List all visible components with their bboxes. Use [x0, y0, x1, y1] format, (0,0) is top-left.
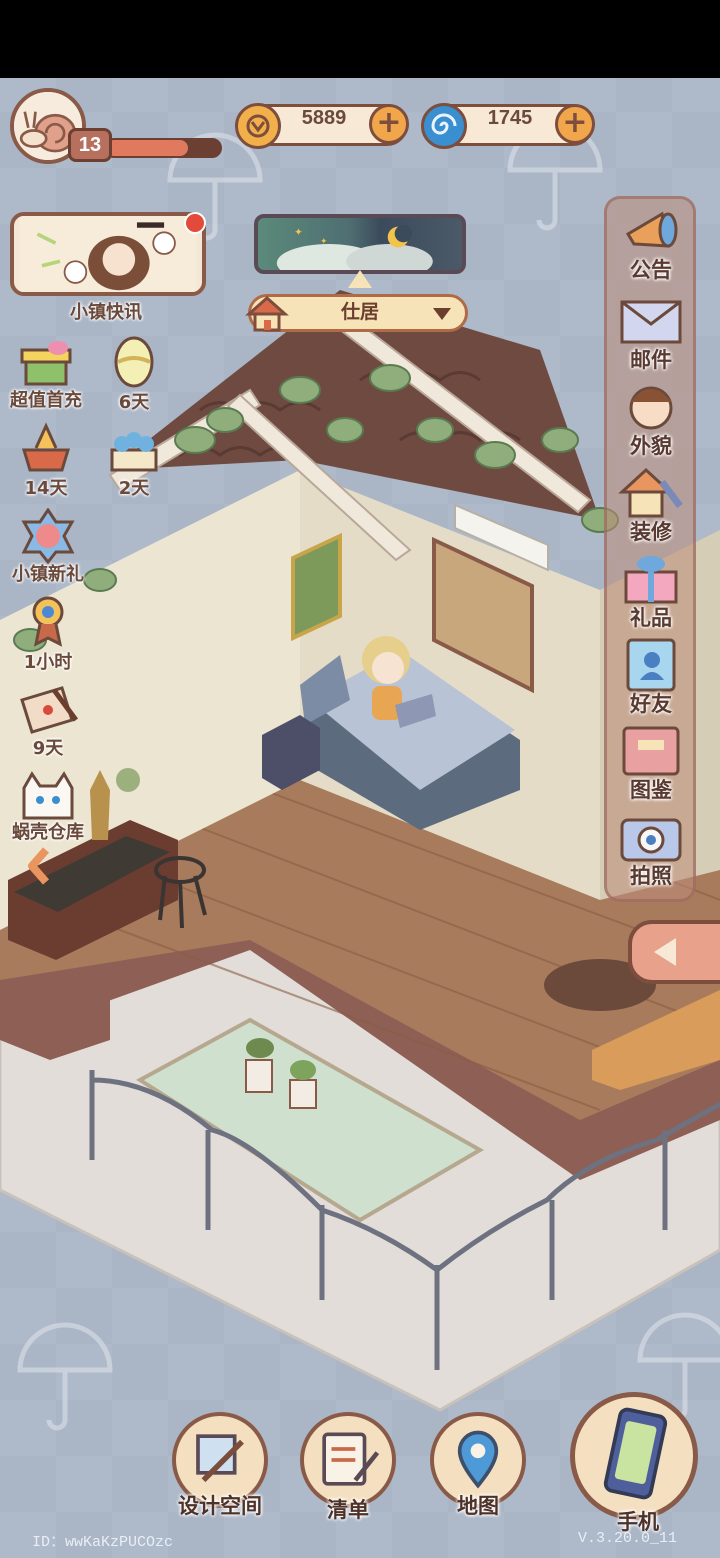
player-id: ID：wwKaKzPUCOzc — [32, 1534, 174, 1551]
location-name: 仕居 — [340, 301, 379, 323]
pointer-triangle — [348, 270, 372, 288]
news-label: 小镇快讯 — [70, 302, 142, 323]
coin-amount: 5889 — [301, 107, 347, 129]
right-menu-label: 外貌 — [630, 434, 672, 458]
house-wrench-icon — [618, 467, 683, 518]
face-icon — [629, 386, 673, 430]
gifts-button[interactable]: 礼品 — [612, 548, 690, 632]
envelope-icon[interactable] — [18, 680, 79, 736]
photo-button[interactable]: 拍照 — [612, 806, 690, 890]
add-shells-button[interactable]: + — [555, 104, 595, 144]
version-label: V.3.20.0_11 — [578, 1530, 678, 1547]
svg-text:✦: ✦ — [294, 226, 303, 238]
xp-fill — [106, 140, 189, 156]
present-icon — [624, 556, 678, 604]
moon-icon: ✦ ✦ — [276, 224, 433, 270]
right-menu-label: 拍照 — [630, 864, 672, 888]
add-coins-button[interactable]: + — [369, 104, 409, 144]
cat-warehouse-icon[interactable] — [18, 768, 78, 824]
collapse-left-menu-button[interactable] — [24, 846, 54, 886]
nav-label: 设计空间 — [178, 1494, 262, 1518]
rose-badge-icon[interactable] — [18, 507, 78, 565]
left-menu-label: 1小时 — [23, 652, 73, 673]
spiral-icon — [421, 103, 467, 149]
gift-box-icon[interactable] — [16, 334, 76, 390]
flower-basket-icon[interactable] — [104, 420, 164, 476]
decorate-button[interactable]: 装修 — [612, 462, 690, 546]
left-menu-label: 小镇新礼 — [12, 564, 84, 585]
collection-button[interactable]: 图鉴 — [612, 720, 690, 804]
nav-label: 清单 — [327, 1498, 369, 1522]
chevron-left-icon — [28, 847, 50, 885]
shell-amount: 1745 — [487, 107, 533, 129]
collapse-right-menu-button[interactable] — [628, 920, 720, 984]
phone-icon — [603, 1407, 668, 1500]
xp-bar — [104, 138, 222, 158]
left-menu-label: 2天 — [118, 478, 150, 499]
left-menu-label: 9天 — [32, 738, 64, 759]
trophy-icon[interactable] — [16, 420, 76, 476]
right-menu-label: 公告 — [630, 258, 672, 282]
friends-button[interactable]: 好友 — [612, 634, 690, 718]
location-selector[interactable]: 仕居 — [245, 294, 468, 332]
checklist-icon — [322, 1432, 380, 1486]
news-card[interactable] — [10, 212, 206, 296]
egg-icon[interactable] — [104, 334, 164, 390]
medal-icon[interactable] — [18, 592, 78, 648]
album-icon — [622, 726, 680, 776]
right-menu-label: 图鉴 — [630, 778, 672, 802]
svg-text:✦: ✦ — [320, 237, 327, 247]
right-menu-label: 好友 — [630, 692, 672, 716]
day-night-indicator[interactable]: ✦ ✦ — [254, 214, 466, 274]
house-icon — [245, 292, 289, 336]
right-menu-label: 礼品 — [630, 606, 672, 630]
appearance-button[interactable]: 外貌 — [612, 376, 690, 460]
notification-dot — [184, 212, 206, 234]
contacts-icon — [626, 638, 676, 692]
left-menu-label: 超值首充 — [10, 390, 82, 411]
shell-counter: 1745 + — [421, 103, 595, 149]
left-menu-label: 6天 — [118, 392, 150, 413]
mail-icon — [620, 300, 682, 344]
phone-button[interactable] — [570, 1392, 698, 1520]
left-menu-label: 14天 — [24, 478, 68, 499]
megaphone-icon — [625, 211, 678, 248]
news-thumbnail — [19, 216, 197, 292]
coin-icon — [235, 103, 281, 149]
status-bar — [0, 0, 720, 78]
camera-icon — [620, 818, 682, 862]
right-menu-label: 装修 — [630, 520, 672, 544]
right-menu-label: 邮件 — [630, 348, 672, 372]
announcement-button[interactable]: 公告 — [612, 200, 690, 284]
mail-button[interactable]: 邮件 — [612, 290, 690, 374]
chevron-left-icon — [654, 938, 676, 966]
coin-counter: 5889 + — [235, 103, 409, 149]
left-menu-label: 蜗壳仓库 — [12, 822, 84, 843]
level-badge: 13 — [68, 128, 112, 162]
chevron-down-icon — [433, 308, 451, 320]
nav-label: 地图 — [457, 1494, 499, 1518]
